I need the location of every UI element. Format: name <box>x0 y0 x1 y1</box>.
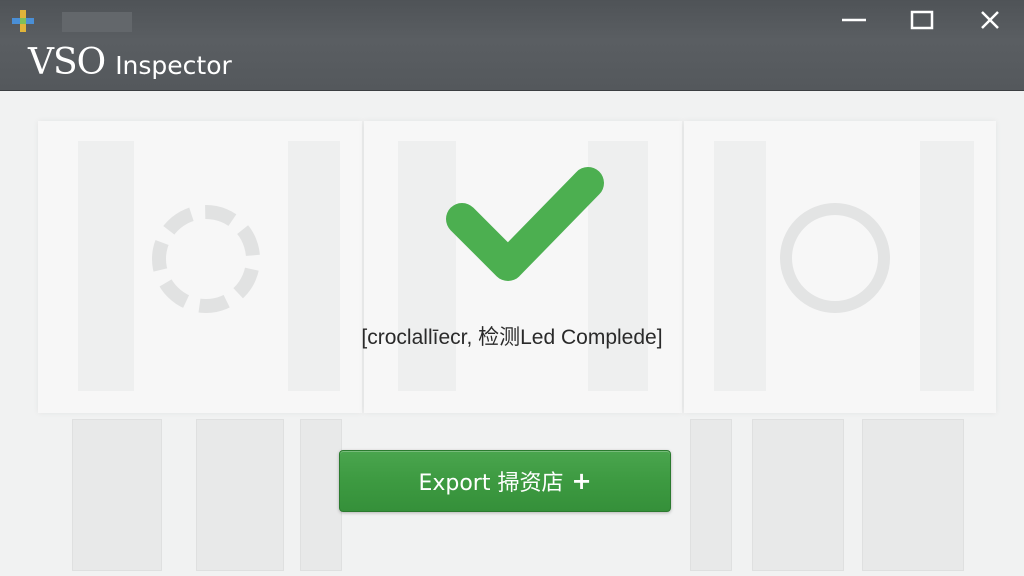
background-tile <box>300 419 342 571</box>
plus-icon: + <box>571 467 592 495</box>
app-window: VSO Inspector [croclallīecr, 检测Led Compl <box>0 0 1024 576</box>
background-tile <box>72 419 162 571</box>
checkmark-icon <box>446 167 604 281</box>
background-tile <box>690 419 732 571</box>
maximize-button[interactable] <box>888 0 956 40</box>
background-column <box>714 141 766 391</box>
faded-ring-icon <box>780 203 890 313</box>
background-column <box>78 141 134 391</box>
title-bar[interactable]: VSO Inspector <box>0 0 1024 91</box>
background-column <box>288 141 340 391</box>
background-column <box>920 141 974 391</box>
status-message: [croclallīecr, 检测Led Complede] <box>361 326 663 349</box>
minimize-icon <box>842 18 866 22</box>
app-title-brand: VSO <box>28 42 106 83</box>
maximize-icon <box>910 10 934 30</box>
app-title-name: Inspector <box>115 51 232 80</box>
background-tile <box>752 419 844 571</box>
faded-ring-icon <box>152 205 260 313</box>
export-button[interactable]: Export 掃资店 + <box>339 450 671 512</box>
background-tile <box>862 419 964 571</box>
window-caption-placeholder <box>62 12 132 32</box>
close-button[interactable] <box>956 0 1024 40</box>
plus-app-icon <box>12 10 34 32</box>
minimize-button[interactable] <box>820 0 888 40</box>
main-content: [croclallīecr, 检测Led Complede] Export 掃资… <box>0 91 1024 576</box>
app-title: VSO Inspector <box>28 42 232 83</box>
close-icon <box>981 11 999 29</box>
export-button-label: Export 掃资店 <box>418 471 564 496</box>
window-controls <box>820 0 1024 40</box>
background-tile <box>196 419 284 571</box>
